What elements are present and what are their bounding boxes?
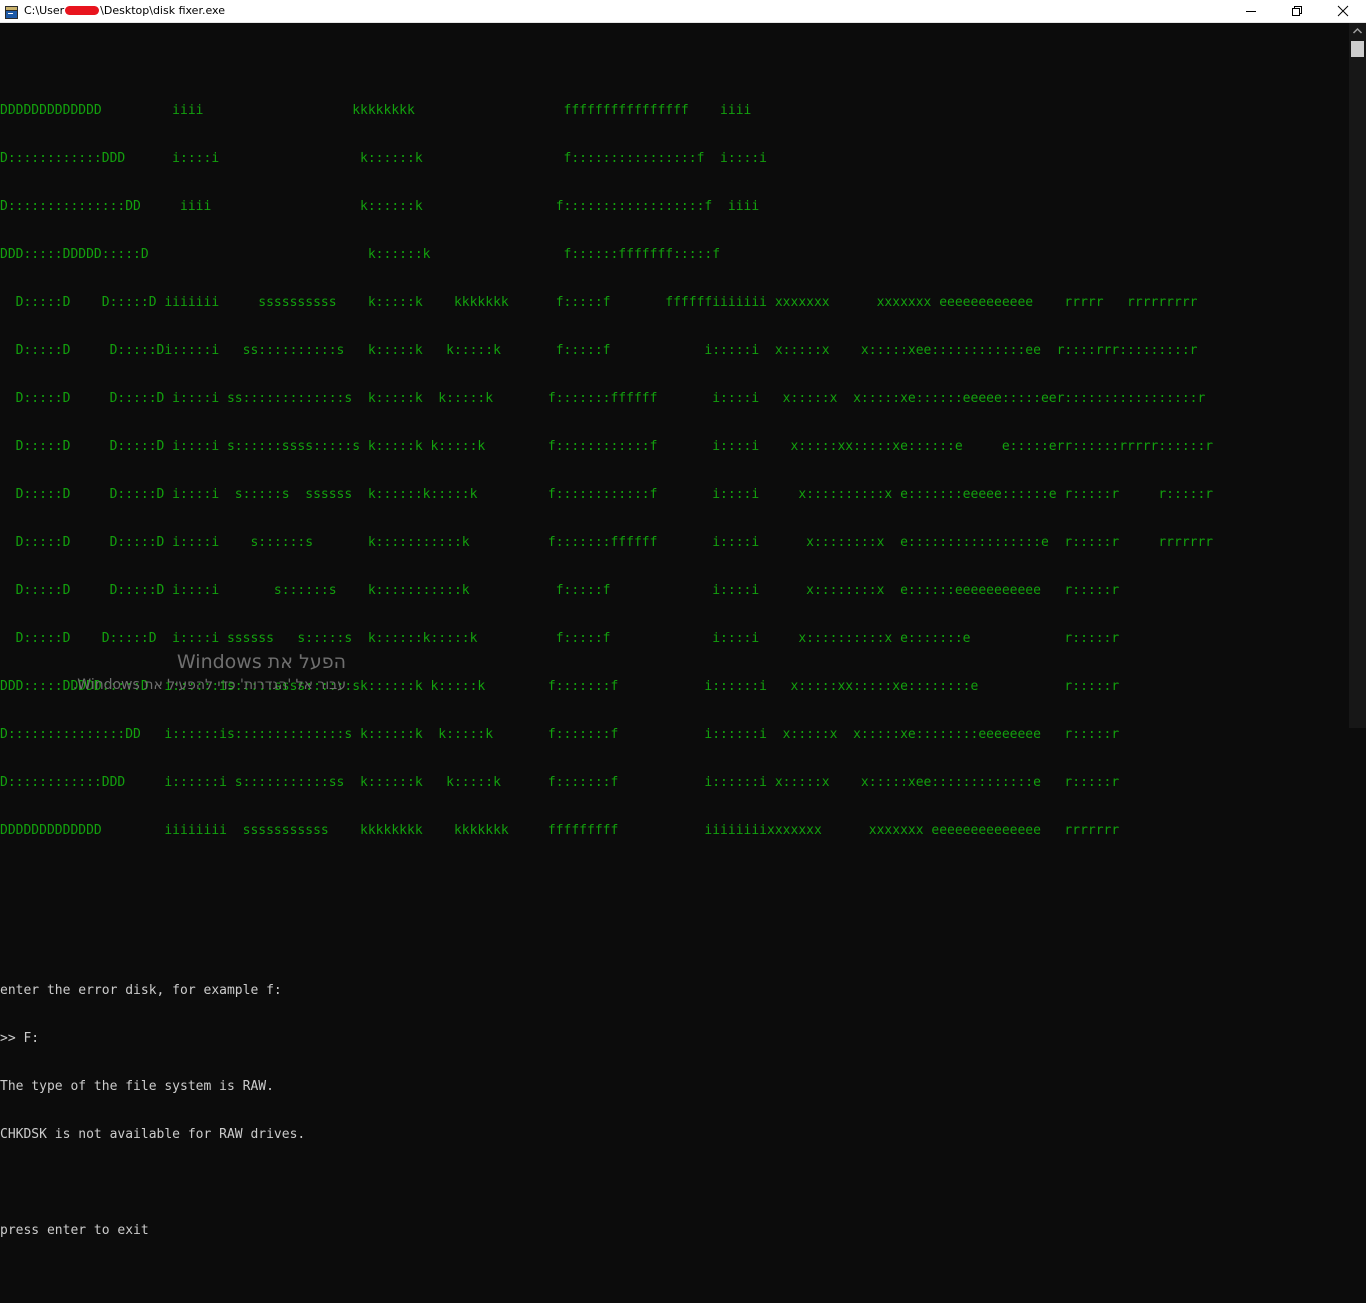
activation-watermark: הפעל את Windows עבור אל 'הגדרות' כדי להפ… bbox=[73, 650, 346, 696]
ascii-line: D:::::D D:::::D i::::i s::::::s k:::::::… bbox=[0, 583, 1120, 598]
restore-icon bbox=[1292, 6, 1302, 16]
ascii-line: D:::::D D:::::D i::::i s::::::ssss:::::s… bbox=[0, 439, 1214, 454]
window-title: C:\User \Desktop\disk fixer.exe bbox=[24, 4, 225, 17]
ascii-line: D:::::D D:::::Di:::::i ss::::::::::s k::… bbox=[0, 343, 1198, 358]
output-line: press enter to exit bbox=[0, 1223, 149, 1238]
ascii-line: D:::::::::::::::DD i::::::is::::::::::::… bbox=[0, 727, 1120, 742]
title-bar[interactable]: C:\User \Desktop\disk fixer.exe bbox=[0, 0, 1366, 23]
ascii-line: D::::::::::::DDD i::::i k::::::k f::::::… bbox=[0, 151, 768, 166]
minimize-button[interactable] bbox=[1228, 0, 1274, 22]
console-text: enter the error disk, for example f: >> … bbox=[0, 903, 1348, 1271]
restore-button[interactable] bbox=[1274, 0, 1320, 22]
prompt-line: enter the error disk, for example f: bbox=[0, 983, 282, 998]
ascii-banner: DDDDDDDDDDDDD iiii kkkkkkkk ffffffffffff… bbox=[0, 71, 1348, 871]
title-prefix: C:\User bbox=[24, 4, 65, 17]
watermark-title: הפעל את Windows bbox=[176, 651, 346, 673]
scroll-up-arrow-icon[interactable] bbox=[1349, 23, 1366, 40]
close-button[interactable] bbox=[1320, 0, 1366, 22]
ascii-line: DDDDDDDDDDDDD iiii kkkkkkkk ffffffffffff… bbox=[0, 103, 752, 118]
minimize-icon bbox=[1246, 11, 1256, 12]
ascii-line: D:::::D D:::::D i::::i s::::::s k:::::::… bbox=[0, 535, 1214, 550]
close-icon bbox=[1337, 5, 1349, 17]
redaction-mark bbox=[65, 6, 100, 15]
ascii-line: DDDDDDDDDDDDD iiiiiiii sssssssssss kkkkk… bbox=[0, 823, 1120, 838]
scroll-thumb[interactable] bbox=[1351, 41, 1364, 57]
output-line: CHKDSK is not available for RAW drives. bbox=[0, 1127, 306, 1142]
ascii-line: D::::::::::::DDD i::::::i s:::::::::::ss… bbox=[0, 775, 1120, 790]
ascii-line: D:::::D D:::::D iiiiiii ssssssssss k::::… bbox=[0, 295, 1198, 310]
title-suffix: \Desktop\disk fixer.exe bbox=[100, 4, 225, 17]
ascii-line: D:::::D D:::::D i::::i ss:::::::::::::s … bbox=[0, 391, 1206, 406]
input-line: >> F: bbox=[0, 1031, 40, 1046]
app-icon[interactable] bbox=[5, 4, 18, 19]
ascii-line: D:::::D D:::::D i::::i ssssss s:::::s k:… bbox=[0, 631, 1120, 646]
console-window: C:\User \Desktop\disk fixer.exe DDDDDDDDD… bbox=[0, 0, 1366, 1238]
watermark-subtitle: עבור אל 'הגדרות' כדי להפעיל את Windows. bbox=[72, 677, 346, 693]
output-line: The type of the file system is RAW. bbox=[0, 1079, 274, 1094]
vertical-scrollbar[interactable] bbox=[1349, 23, 1366, 728]
ascii-line: D:::::D D:::::D i::::i s:::::s ssssss k:… bbox=[0, 487, 1214, 502]
ascii-line: D:::::::::::::::DD iiii k::::::k f::::::… bbox=[0, 199, 760, 214]
ascii-line: DDD:::::DDDDD:::::D k::::::k f::::::ffff… bbox=[0, 247, 721, 262]
